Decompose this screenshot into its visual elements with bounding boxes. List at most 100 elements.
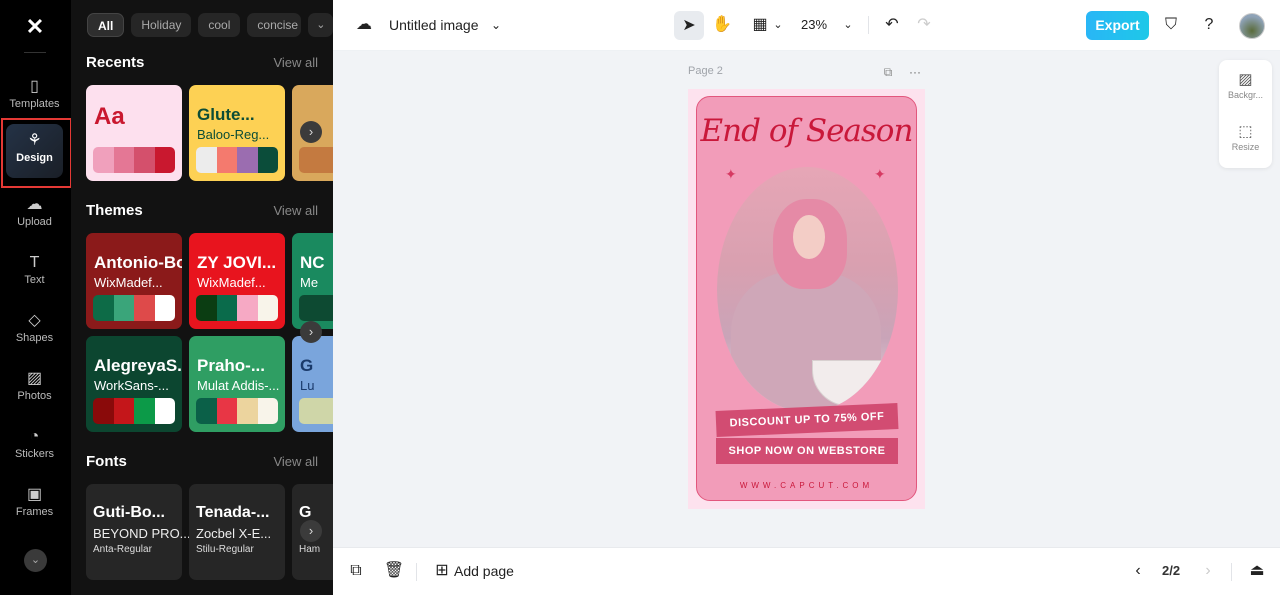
user-avatar[interactable] <box>1239 13 1265 39</box>
next-page-button[interactable]: › <box>1195 558 1221 584</box>
bottom-divider <box>1231 563 1232 581</box>
filter-chip-all[interactable]: All <box>87 13 125 37</box>
chips-more-chevron-icon[interactable]: ⌄ <box>308 13 333 37</box>
font-pair-card[interactable]: Tenada-... Zocbel X-E... Stilu-Regular <box>189 484 285 580</box>
fonts-next-button[interactable]: › <box>300 520 322 542</box>
chevron-right-icon: › <box>308 523 314 538</box>
rail-item-stickers[interactable]: ◔ Stickers <box>6 420 63 474</box>
resize-tool-label: Resize <box>1231 142 1260 152</box>
rail-item-templates[interactable]: ▯ Templates <box>6 70 63 124</box>
color-swatch <box>237 295 258 321</box>
themes-view-all-link[interactable]: View all <box>273 203 318 218</box>
select-tool-button[interactable]: ➤ <box>674 11 704 40</box>
font-sample-f2: Zocbel X-E... <box>196 526 272 541</box>
zoom-chevron-icon[interactable]: ⌄ <box>835 12 861 38</box>
rail-divider <box>24 52 46 53</box>
recents-view-all-link[interactable]: View all <box>273 55 318 70</box>
duplicate-page-icon[interactable]: ⧉ <box>875 59 901 85</box>
undo-button[interactable]: ↶ <box>879 12 905 38</box>
theme-card[interactable]: NC Me <box>292 233 333 329</box>
poster-title[interactable]: End of Season <box>697 113 916 149</box>
rail-item-label: Text <box>24 274 45 286</box>
color-swatch <box>134 147 155 173</box>
theme-card[interactable]: G Lu <box>292 336 333 432</box>
rail-item-label: Templates <box>9 98 60 110</box>
theme-card[interactable]: AlegreyaS... WorkSans-... <box>86 336 182 432</box>
page-canvas[interactable]: End of Season ✦ ✦ DISCOUNT UP TO 75% OFF… <box>688 89 925 509</box>
recents-title: Recents <box>86 54 145 71</box>
theme-card[interactable]: Antonio-Bold WixMadef... <box>86 233 182 329</box>
side-tools-panel: ▨ Backgr... ⬚ Resize <box>1219 60 1272 168</box>
color-palette <box>299 398 333 424</box>
rail-item-text[interactable]: T Text <box>6 246 63 300</box>
design-panel: All Holiday cool concise ⌄ Recents View all … <box>71 0 333 595</box>
shop-now-banner[interactable]: SHOP NOW ON WEBSTORE <box>716 438 898 464</box>
color-swatch <box>216 295 237 321</box>
more-options-icon[interactable]: ··· <box>902 59 928 85</box>
title-dropdown-chevron-icon[interactable]: ⌄ <box>483 12 509 38</box>
export-button[interactable]: Export <box>1086 11 1149 40</box>
color-swatch <box>299 295 333 321</box>
frames-icon: ▣ <box>26 486 43 503</box>
font-pair-card[interactable]: Guti-Bo... BEYOND PRO... Anta-Regular <box>86 484 191 580</box>
duplicate-icon: ⧉ <box>350 562 362 579</box>
layout-chevron-icon[interactable]: ⌄ <box>765 12 791 38</box>
rail-item-frames[interactable]: ▣ Frames <box>6 478 63 532</box>
add-page-button[interactable]: Add page <box>454 563 514 579</box>
theme-card[interactable]: ZY JOVI... WixMadef... <box>189 233 285 329</box>
recent-design-card[interactable]: Glute... Baloo-Reg... <box>189 85 285 181</box>
rail-item-shapes[interactable]: ◇ Shapes <box>6 304 63 358</box>
theme-card[interactable]: Praho-... Mulat Addis-... <box>189 336 285 432</box>
poster-design[interactable]: End of Season ✦ ✦ DISCOUNT UP TO 75% OFF… <box>696 96 917 501</box>
photos-icon: ▨ <box>26 370 43 387</box>
recents-next-button[interactable]: › <box>300 121 322 143</box>
color-swatch <box>113 147 134 173</box>
color-swatch <box>299 398 333 424</box>
color-swatch <box>216 147 237 173</box>
hand-tool-button[interactable]: ✋ <box>709 12 735 38</box>
resize-tool[interactable]: ⬚ Resize <box>1219 122 1272 152</box>
card-body-font: Mulat Addis-... <box>197 378 280 393</box>
card-body-font: WixMadef... <box>197 275 266 290</box>
sparkle-icon: ✦ <box>725 166 737 182</box>
themes-next-button[interactable]: › <box>300 321 322 343</box>
color-swatch <box>93 398 114 424</box>
prev-page-button[interactable]: ‹ <box>1125 558 1151 584</box>
recent-design-card[interactable]: Aa <box>86 85 182 181</box>
add-page-icon[interactable]: ⊞ <box>429 558 455 584</box>
background-icon: ▨ <box>1238 71 1253 88</box>
card-heading-font: Glute... <box>197 105 255 124</box>
background-tool[interactable]: ▨ Backgr... <box>1219 70 1272 100</box>
filter-chip-holiday[interactable]: Holiday <box>131 13 192 37</box>
fonts-view-all-link[interactable]: View all <box>273 454 318 469</box>
model-photo[interactable] <box>717 167 898 412</box>
delete-page-button[interactable]: 🗑 <box>381 558 407 584</box>
shield-check-icon[interactable]: ⛉ <box>1158 12 1184 38</box>
filter-chip-cool[interactable]: cool <box>198 13 241 37</box>
rail-more-button[interactable]: ⌄ <box>24 549 47 572</box>
color-swatch <box>237 398 258 424</box>
design-highlight-box <box>1 118 72 188</box>
poster-url[interactable]: WWW.CAPCUT.COM <box>697 481 916 490</box>
rail-item-label: Stickers <box>14 448 55 460</box>
card-body-font: Me <box>300 275 319 290</box>
color-palette <box>196 295 278 321</box>
cloud-save-icon[interactable]: ☁ <box>351 12 377 38</box>
filter-chip-concise[interactable]: concise <box>247 13 302 37</box>
bottom-divider <box>416 563 417 581</box>
duplicate-page-button[interactable]: ⧉ <box>343 558 369 584</box>
chevron-left-icon: ‹ <box>1135 562 1141 579</box>
document-title[interactable]: Untitled image <box>389 17 479 33</box>
pages-panel-icon[interactable]: ⏏ <box>1244 558 1270 584</box>
font-sample-f3: Stilu-Regular <box>196 544 254 555</box>
bottom-toolbar: ⧉ 🗑 ⊞ Add page ‹ 2/2 › ⏏ <box>333 547 1280 595</box>
photo-face-shape <box>793 215 825 259</box>
redo-button[interactable]: ↷ <box>911 12 937 38</box>
rail-item-upload[interactable]: ☁ Upload <box>6 188 63 242</box>
card-heading-font: AlegreyaS... <box>94 356 182 375</box>
rail-item-photos[interactable]: ▨ Photos <box>6 362 63 416</box>
font-sample-f3: Ham <box>299 544 321 555</box>
capcut-logo-icon[interactable]: ✕ <box>20 12 50 42</box>
help-icon[interactable]: ? <box>1196 12 1222 38</box>
zoom-level[interactable]: 23% <box>801 17 827 32</box>
